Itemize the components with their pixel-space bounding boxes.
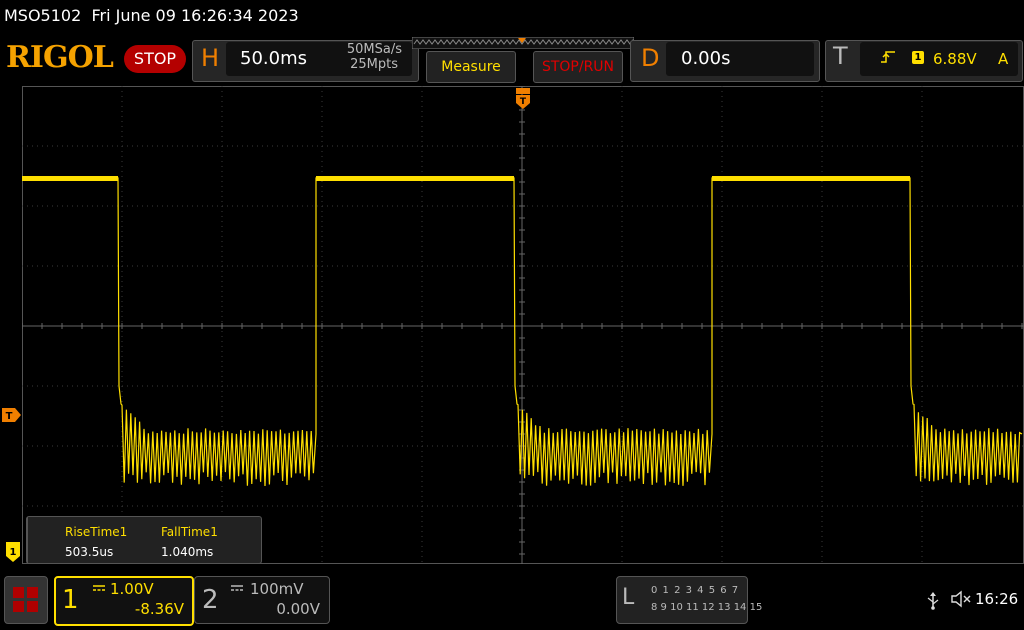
measure-value-risetime: 503.5us bbox=[65, 545, 114, 559]
memory-position-bar[interactable] bbox=[412, 37, 634, 49]
svg-text:1: 1 bbox=[10, 547, 17, 558]
ch1-high-level bbox=[316, 176, 514, 181]
logic-analyzer-label: L bbox=[622, 585, 635, 610]
memory-depth: 25Mpts bbox=[350, 57, 398, 72]
waveform-display[interactable] bbox=[22, 86, 1024, 564]
main-menu-button[interactable] bbox=[4, 576, 48, 624]
delay-value: 0.00s bbox=[681, 48, 731, 69]
dc-coupling-icon bbox=[231, 585, 243, 591]
dc-coupling-icon bbox=[93, 585, 105, 591]
timebase-value: 50.0ms bbox=[240, 48, 307, 69]
ch1-high-level bbox=[712, 176, 910, 181]
title-text: MSO5102 Fri June 09 16:26:34 2023 bbox=[4, 6, 299, 25]
measure-label-risetime: RiseTime1 bbox=[65, 525, 128, 539]
measure-value-falltime: 1.040ms bbox=[161, 545, 214, 559]
ch1-offset: -8.36V bbox=[134, 600, 184, 618]
run-state-button[interactable]: STOP bbox=[124, 45, 186, 73]
measure-button[interactable]: Measure bbox=[426, 51, 516, 83]
trigger-level: 6.88V bbox=[933, 50, 977, 68]
logic-channels-low: 0 1 2 3 4 5 6 7 bbox=[651, 585, 740, 596]
measurement-panel[interactable]: RiseTime1 FallTime1 503.5us 1.040ms bbox=[26, 516, 262, 564]
ch2-offset: 0.00V bbox=[276, 600, 320, 618]
trigger-source-badge: 1 bbox=[912, 51, 924, 64]
ch1-high-levels bbox=[22, 176, 910, 181]
trigger-mode: A bbox=[998, 50, 1009, 68]
grid-menu-icon bbox=[13, 587, 38, 612]
ch2-scale: 100mV bbox=[250, 580, 304, 598]
stop-run-button[interactable]: STOP/RUN bbox=[533, 51, 623, 83]
graticule bbox=[22, 86, 1024, 564]
ch1-number: 1 bbox=[62, 585, 79, 615]
usb-icon bbox=[927, 592, 939, 610]
svg-text:T: T bbox=[6, 411, 13, 422]
trigger-label: T bbox=[833, 42, 848, 70]
speaker-muted-icon[interactable] bbox=[950, 590, 972, 608]
measure-label-falltime: FallTime1 bbox=[161, 525, 218, 539]
rigol-logo: RIGOL bbox=[6, 40, 114, 75]
horizontal-label: H bbox=[201, 44, 220, 72]
sample-rate: 50MSa/s bbox=[346, 42, 402, 57]
delay-label: D bbox=[641, 44, 660, 72]
ch1-high-level bbox=[22, 176, 118, 181]
ch1-ground-marker[interactable]: 1 bbox=[6, 542, 20, 562]
clock: 16:26 bbox=[975, 590, 1019, 608]
svg-text:T: T bbox=[520, 97, 527, 107]
measure-divider bbox=[27, 517, 28, 563]
trigger-position-marker[interactable]: T bbox=[516, 88, 530, 110]
ch2-number: 2 bbox=[202, 585, 219, 615]
rising-edge-icon bbox=[881, 51, 895, 63]
logic-analyzer-button[interactable] bbox=[616, 576, 748, 624]
title-bar: MSO5102 Fri June 09 16:26:34 2023 bbox=[0, 0, 1024, 34]
logic-channels-high: 8 9 10 11 12 13 14 15 bbox=[651, 602, 763, 613]
ch1-scale: 1.00V bbox=[110, 580, 154, 598]
trigger-level-marker[interactable]: T bbox=[2, 408, 22, 422]
